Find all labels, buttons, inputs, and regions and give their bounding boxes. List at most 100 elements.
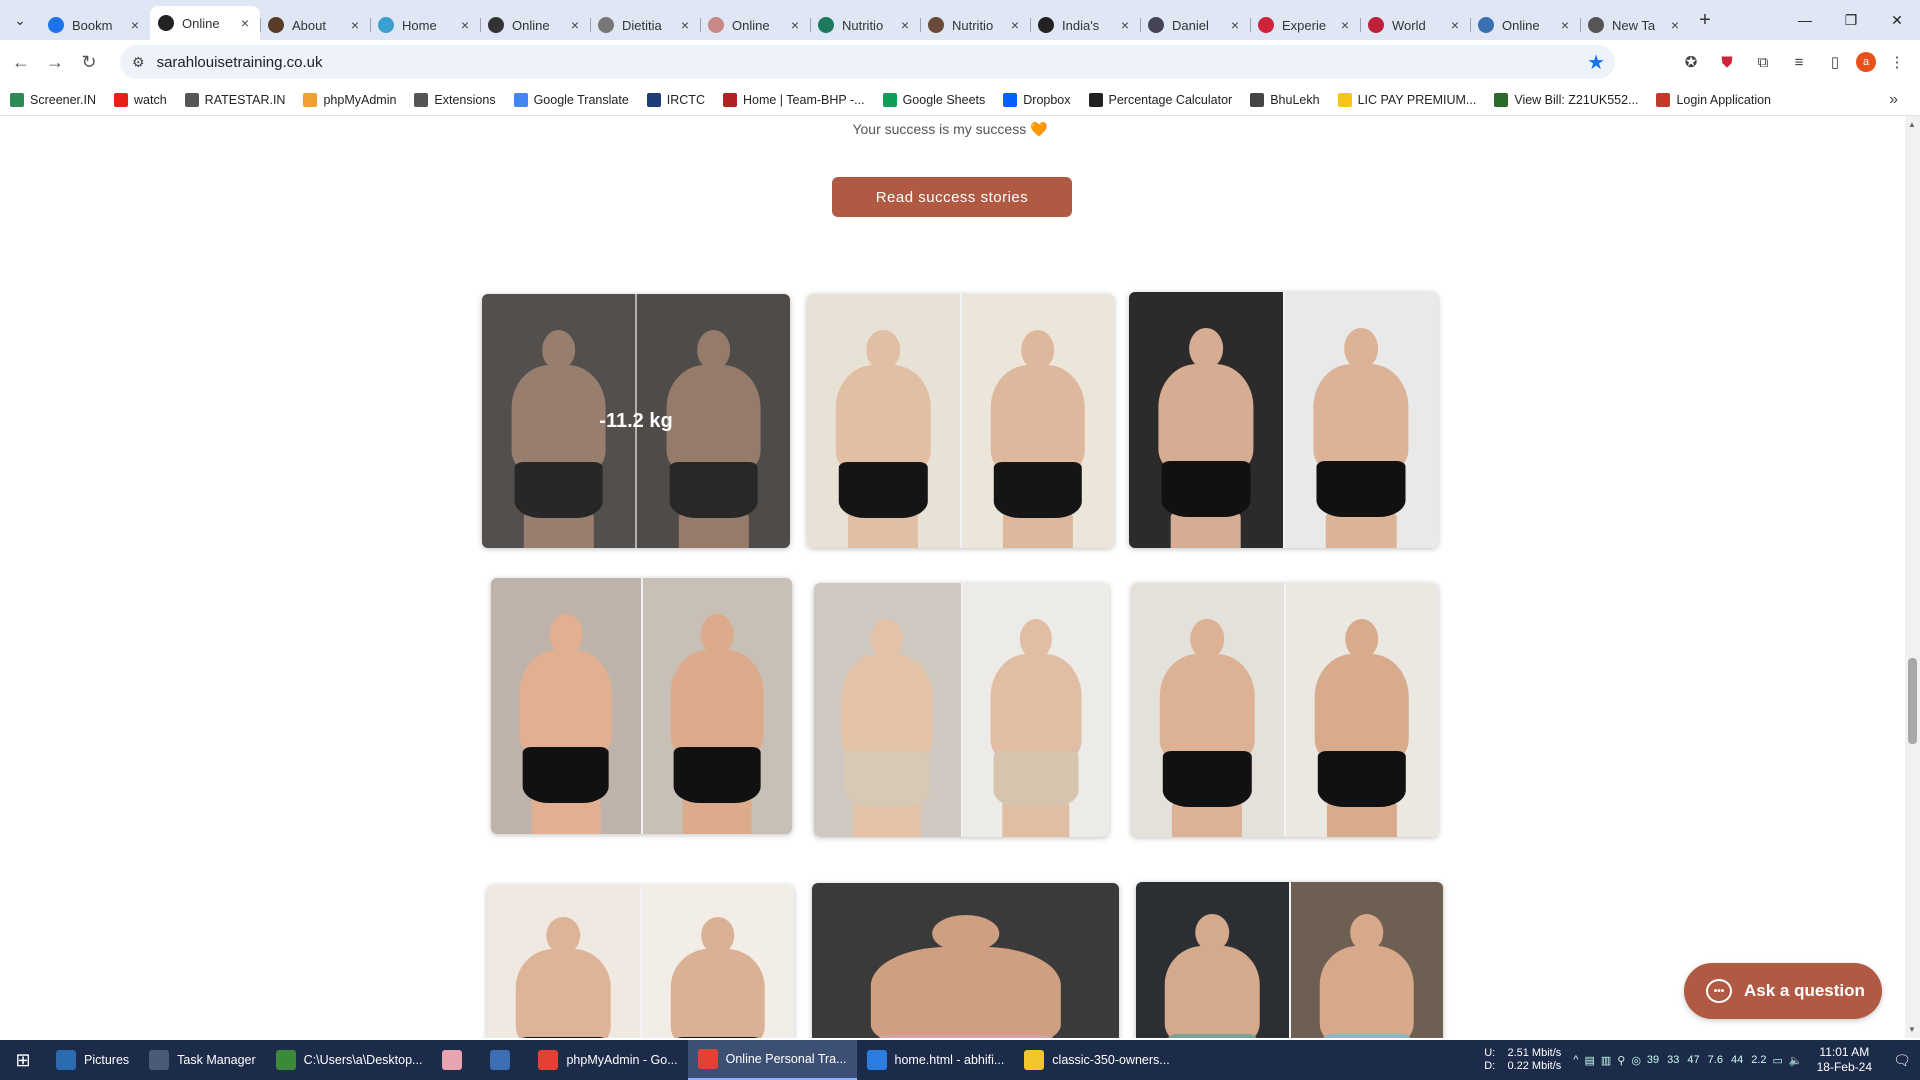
browser-tab[interactable]: World × — [1360, 10, 1470, 40]
notification-icon[interactable]: 🗨 — [1884, 1052, 1920, 1069]
chevron-up-icon[interactable]: ^ — [1573, 1054, 1578, 1067]
taskbar-app[interactable] — [480, 1040, 528, 1080]
browser-tab[interactable]: Nutritio × — [810, 10, 920, 40]
restore-icon[interactable]: ❐ — [1828, 0, 1874, 40]
tab-close-icon[interactable]: × — [1118, 17, 1132, 33]
tab-close-icon[interactable]: × — [1228, 17, 1242, 33]
browser-tab[interactable]: Bookm × — [40, 10, 150, 40]
extension-1-icon[interactable]: ✪ — [1676, 47, 1706, 77]
taskbar-app[interactable]: classic-350-owners... — [1014, 1040, 1179, 1080]
scrollbar-thumb[interactable] — [1908, 658, 1917, 744]
tray-icon-2[interactable]: ▥ — [1601, 1054, 1611, 1067]
menu-dots-icon[interactable]: ⋮ — [1882, 47, 1912, 77]
before-after-photo[interactable]: -11.2 kg — [482, 294, 790, 548]
minimize-icon[interactable]: — — [1782, 0, 1828, 40]
tab-close-icon[interactable]: × — [458, 17, 472, 33]
browser-tab[interactable]: About × — [260, 10, 370, 40]
taskbar-app[interactable]: home.html - abhifi... — [857, 1040, 1015, 1080]
profile-avatar[interactable]: a — [1856, 52, 1876, 72]
clock[interactable]: 11:01 AM 18-Feb-24 — [1817, 1045, 1872, 1075]
taskbar-app[interactable]: Task Manager — [139, 1040, 266, 1080]
windows-start-button[interactable]: ⊞ — [0, 1040, 46, 1080]
bookmark-item[interactable]: Home | Team-BHP -... — [722, 92, 865, 107]
forward-button[interactable]: → — [38, 45, 72, 79]
browser-tab[interactable]: Daniel × — [1140, 10, 1250, 40]
volume-icon[interactable]: 🔈 — [1789, 1054, 1803, 1067]
network-icon[interactable]: ▭ — [1773, 1054, 1783, 1067]
ask-question-button[interactable]: ••• Ask a question — [1684, 963, 1882, 1019]
before-after-photo[interactable] — [1131, 583, 1438, 837]
browser-tab[interactable]: Dietitia × — [590, 10, 700, 40]
browser-tab[interactable]: Nutritio × — [920, 10, 1030, 40]
sidepanel-icon[interactable]: ▯ — [1820, 47, 1850, 77]
bookmark-item[interactable]: View Bill: Z21UK552... — [1494, 92, 1638, 107]
back-button[interactable]: ← — [4, 45, 38, 79]
app-icon — [149, 1050, 170, 1070]
taskbar-app[interactable]: Online Personal Tra... — [687, 1040, 857, 1080]
bookmark-item[interactable]: BhuLekh — [1250, 92, 1320, 107]
scroll-up-icon[interactable]: ▲ — [1908, 120, 1916, 129]
tab-close-icon[interactable]: × — [128, 17, 142, 33]
tab-close-icon[interactable]: × — [1448, 17, 1462, 33]
tab-close-icon[interactable]: × — [678, 17, 692, 33]
bookmark-item[interactable]: Dropbox — [1003, 92, 1071, 107]
shield-icon[interactable]: ⛊ — [1712, 47, 1742, 77]
bookmark-item[interactable]: Google Sheets — [882, 92, 985, 107]
browser-tab[interactable]: Online × — [1470, 10, 1580, 40]
bookmark-item[interactable]: Google Translate — [513, 92, 629, 107]
search-icon[interactable]: ⚲ — [1617, 1054, 1625, 1067]
browser-tab[interactable]: Experie × — [1250, 10, 1360, 40]
taskbar-app[interactable]: phpMyAdmin - Go... — [528, 1040, 687, 1080]
tab-close-icon[interactable]: × — [348, 17, 362, 33]
before-after-photo[interactable] — [814, 583, 1109, 837]
bookmark-item[interactable]: IRCTC — [646, 92, 705, 107]
read-success-stories-button[interactable]: Read success stories — [832, 177, 1072, 217]
before-after-photo[interactable] — [807, 294, 1114, 548]
tray-icon-1[interactable]: ▤ — [1584, 1054, 1594, 1067]
close-icon[interactable]: ✕ — [1874, 0, 1920, 40]
before-after-photo[interactable] — [491, 578, 792, 834]
site-settings-icon[interactable]: ⚙ — [132, 54, 145, 71]
page-scrollbar[interactable]: ▲ ▼ — [1905, 116, 1920, 1038]
tab-close-icon[interactable]: × — [1558, 17, 1572, 33]
browser-tab[interactable]: Online × — [480, 10, 590, 40]
tab-close-icon[interactable]: × — [1668, 17, 1682, 33]
taskbar-app[interactable] — [432, 1040, 480, 1080]
media-icon[interactable]: ≡ — [1784, 47, 1814, 77]
bookmark-item[interactable]: phpMyAdmin — [303, 92, 396, 107]
before-after-photo[interactable] — [1129, 292, 1438, 548]
browser-tab[interactable]: Online × — [700, 10, 810, 40]
browser-tab[interactable]: New Ta × — [1580, 10, 1690, 40]
tray-icon-3[interactable]: ◎ — [1631, 1054, 1641, 1067]
bookmark-item[interactable]: Percentage Calculator — [1088, 92, 1232, 107]
tab-close-icon[interactable]: × — [1338, 17, 1352, 33]
before-after-photo[interactable] — [1136, 882, 1443, 1038]
tab-close-icon[interactable]: × — [238, 15, 252, 31]
browser-tab[interactable]: India's × — [1030, 10, 1140, 40]
bookmark-star-icon[interactable]: ★ — [1587, 50, 1605, 75]
bookmark-item[interactable]: LIC PAY PREMIUM... — [1337, 92, 1476, 107]
tab-close-icon[interactable]: × — [898, 17, 912, 33]
tab-search-button[interactable]: ⌄ — [0, 0, 40, 40]
puzzle-icon[interactable]: ⧉ — [1748, 47, 1778, 77]
taskbar-app-label: classic-350-owners... — [1052, 1053, 1170, 1067]
new-tab-button[interactable]: + — [1690, 9, 1720, 32]
taskbar-app[interactable]: Pictures — [46, 1040, 139, 1080]
bookmark-item[interactable]: Screener.IN — [10, 92, 96, 107]
bookmark-item[interactable]: RATESTAR.IN — [184, 92, 285, 107]
address-bar[interactable]: ⚙ sarahlouisetraining.co.uk ★ — [120, 45, 1615, 79]
before-after-photo[interactable] — [812, 883, 1119, 1038]
tab-close-icon[interactable]: × — [1008, 17, 1022, 33]
browser-tab[interactable]: Online × — [150, 6, 260, 40]
bookmark-item[interactable]: watch — [114, 92, 167, 107]
bookmark-item[interactable]: Login Application — [1656, 92, 1771, 107]
bookmark-item[interactable]: Extensions — [414, 92, 496, 107]
tab-close-icon[interactable]: × — [568, 17, 582, 33]
reload-button[interactable]: ↻ — [72, 45, 106, 79]
taskbar-app[interactable]: C:\Users\a\Desktop... — [266, 1040, 433, 1080]
tab-close-icon[interactable]: × — [788, 17, 802, 33]
browser-tab[interactable]: Home × — [370, 10, 480, 40]
before-after-photo[interactable] — [487, 885, 794, 1038]
chevron-double-right-icon[interactable]: » — [1889, 91, 1898, 109]
scroll-down-icon[interactable]: ▼ — [1908, 1025, 1916, 1034]
